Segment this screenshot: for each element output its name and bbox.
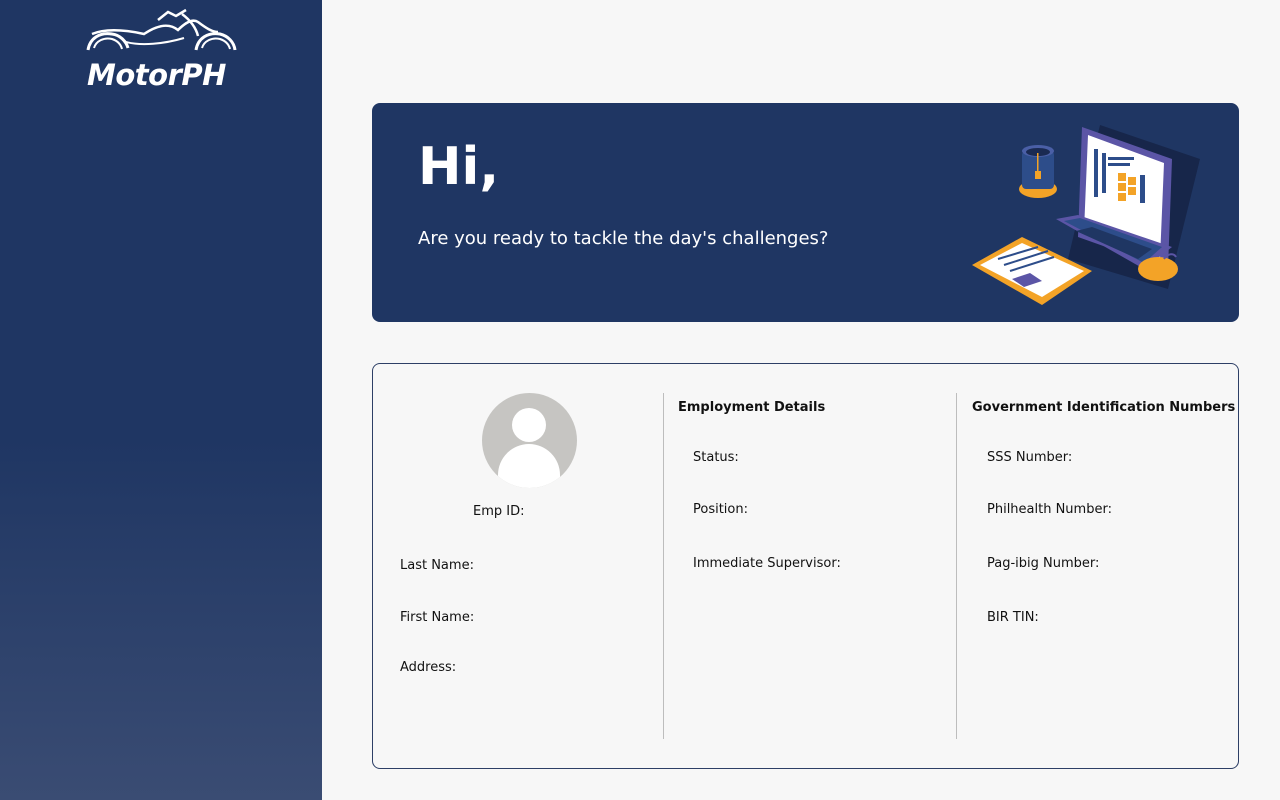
welcome-banner: Hi, Are you ready to tackle the day's ch… [372, 103, 1239, 322]
status-label: Status: [693, 450, 739, 465]
employee-profile-card: Emp ID: Last Name: First Name: Address: … [372, 363, 1239, 769]
avatar-body [498, 444, 560, 488]
column-divider [663, 393, 664, 739]
position-label: Position: [693, 502, 748, 517]
greeting-title: Hi, [418, 137, 500, 197]
laptop-workspace-illustration [972, 125, 1200, 305]
government-ids-heading: Government Identification Numbers [972, 400, 1236, 415]
pagibig-number-label: Pag-ibig Number: [987, 556, 1100, 571]
address-label: Address: [400, 660, 457, 675]
emp-id-label: Emp ID: [473, 504, 525, 519]
sidebar: MotorPH [0, 0, 322, 800]
avatar-head [512, 408, 546, 442]
first-name-label: First Name: [400, 610, 475, 625]
sss-number-label: SSS Number: [987, 450, 1073, 465]
philhealth-number-label: Philhealth Number: [987, 502, 1112, 517]
immediate-supervisor-label: Immediate Supervisor: [693, 556, 841, 571]
motorcycle-icon [86, 8, 237, 51]
employment-details-heading: Employment Details [678, 400, 826, 415]
brand-name: MotorPH [87, 58, 226, 92]
user-placeholder-icon [482, 393, 577, 488]
bir-tin-label: BIR TIN: [987, 610, 1039, 625]
motorph-logo[interactable]: MotorPH [86, 8, 238, 92]
last-name-label: Last Name: [400, 558, 474, 573]
greeting-subtitle: Are you ready to tackle the day's challe… [418, 228, 829, 249]
column-divider [956, 393, 957, 739]
